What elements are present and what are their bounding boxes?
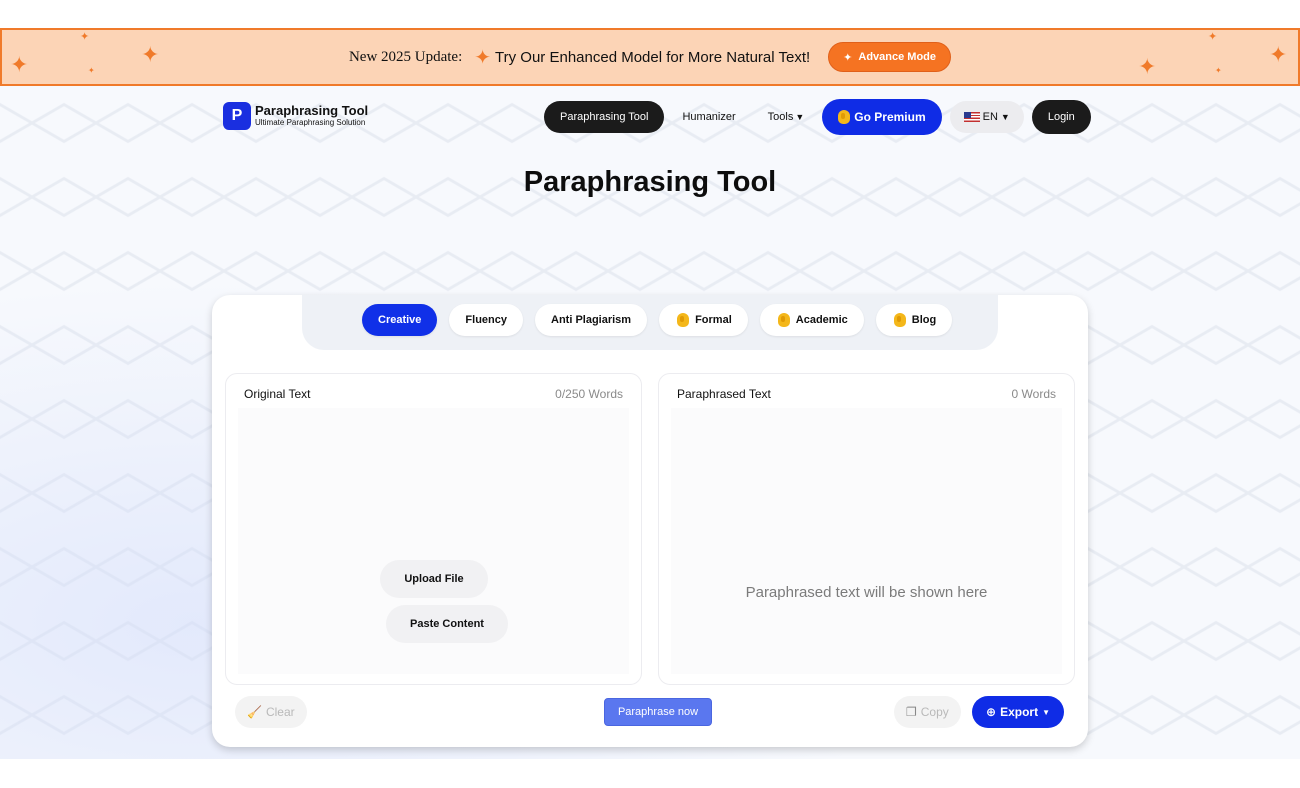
paraphrased-text-pane: Paraphrased Text 0 Words Paraphrased tex…: [658, 373, 1075, 685]
us-flag-icon: [963, 112, 980, 122]
mode-label: Blog: [911, 314, 937, 326]
site-logo[interactable]: P Paraphrasing Tool Ultimate Paraphrasin…: [223, 102, 368, 130]
banner-message-text: Try Our Enhanced Model for More Natural …: [495, 48, 811, 66]
language-selector[interactable]: EN ▼: [949, 101, 1024, 133]
paraphrase-card: Creative Fluency Anti Plagiarism Formal …: [212, 295, 1088, 747]
mode-tab-anti-plagiarism[interactable]: Anti Plagiarism: [535, 304, 648, 336]
mode-label: Formal: [695, 314, 732, 326]
page-title: Paraphrasing Tool: [523, 166, 777, 198]
copy-button[interactable]: ❐ Copy: [894, 696, 961, 728]
copy-icon: ❐: [906, 705, 917, 719]
paraphrased-text-output: [671, 408, 1062, 674]
mode-label: Anti Plagiarism: [551, 314, 632, 326]
export-label: Export: [1000, 705, 1039, 719]
original-text-pane: Original Text 0/250 Words Upload File Pa…: [225, 373, 642, 685]
chevron-down-icon: ▼: [795, 112, 805, 122]
mode-label: Fluency: [465, 314, 507, 326]
nav-tools-label: Tools: [767, 111, 794, 123]
export-button[interactable]: ⊕ Export ▼: [972, 696, 1064, 728]
sparkle-icon: ✦: [1215, 66, 1222, 75]
broom-icon: 🧹: [247, 705, 262, 719]
mode-label: Creative: [378, 314, 422, 326]
upload-file-button[interactable]: Upload File: [380, 560, 488, 598]
paraphrase-now-button[interactable]: Paraphrase now: [604, 698, 712, 726]
clear-button[interactable]: 🧹 Clear: [235, 696, 307, 728]
sparkle-icon: ✦: [1138, 54, 1157, 79]
go-premium-button[interactable]: Go Premium: [822, 99, 942, 135]
chevron-down-icon: ▼: [1042, 707, 1050, 717]
logo-title: Paraphrasing Tool: [255, 103, 369, 118]
mode-tab-creative[interactable]: Creative: [362, 304, 438, 336]
language-label: EN: [982, 111, 998, 123]
mode-tabs: Creative Fluency Anti Plagiarism Formal …: [362, 304, 953, 336]
crown-icon: [677, 313, 690, 327]
paraphrased-text-title: Paraphrased Text: [677, 387, 771, 401]
sparkle-icon: ✦: [843, 51, 853, 64]
advance-mode-button[interactable]: ✦ Advance Mode: [828, 42, 952, 72]
paraphrased-placeholder: Paraphrased text will be shown here: [745, 584, 988, 601]
original-word-count: 0/250 Words: [555, 387, 623, 401]
main-nav: Paraphrasing Tool Humanizer Tools ▼ Go P…: [544, 99, 1091, 135]
sparkle-icon: ✦: [1269, 42, 1288, 67]
chevron-down-icon: ▼: [1000, 112, 1010, 122]
mode-tab-academic[interactable]: Academic: [759, 304, 864, 336]
logo-subtitle: Ultimate Paraphrasing Solution: [255, 118, 366, 127]
clear-label: Clear: [265, 705, 295, 719]
sparkle-icon: ✦: [141, 42, 160, 67]
mode-tab-blog[interactable]: Blog: [875, 304, 953, 336]
paraphrased-word-count: 0 Words: [1011, 387, 1056, 401]
download-icon: ⊕: [986, 705, 997, 719]
mode-tab-fluency[interactable]: Fluency: [449, 304, 523, 336]
copy-label: Copy: [920, 705, 949, 719]
crown-icon: [893, 313, 906, 327]
mode-label: Academic: [795, 314, 848, 326]
original-text-title: Original Text: [244, 387, 311, 401]
sparkle-icon: ✦: [1208, 31, 1218, 43]
banner-update-label: New 2025 Update:: [348, 48, 463, 65]
sparkle-icon: ✦: [474, 46, 492, 69]
sparkle-icon: ✦: [80, 31, 90, 43]
sparkle-icon: ✦: [88, 66, 95, 75]
login-button[interactable]: Login: [1031, 100, 1091, 134]
mode-tab-formal[interactable]: Formal: [659, 304, 748, 336]
crown-icon: [777, 313, 790, 327]
nav-paraphrasing-tool[interactable]: Paraphrasing Tool: [544, 101, 665, 133]
banner-message: ✦ Try Our Enhanced Model for More Natura…: [474, 45, 810, 70]
crown-icon: [838, 110, 851, 124]
promo-banner: ✦ ✦ ✦ ✦ ✦ ✦ ✦ ✦ New 2025 Update: ✦ Try O…: [0, 28, 1300, 86]
logo-icon: P: [223, 102, 251, 130]
go-premium-label: Go Premium: [854, 110, 926, 124]
advance-mode-label: Advance Mode: [858, 51, 937, 63]
paste-content-button[interactable]: Paste Content: [386, 605, 508, 643]
nav-tools[interactable]: Tools ▼: [768, 111, 805, 123]
sparkle-icon: ✦: [10, 52, 29, 77]
nav-humanizer[interactable]: Humanizer: [682, 111, 735, 123]
